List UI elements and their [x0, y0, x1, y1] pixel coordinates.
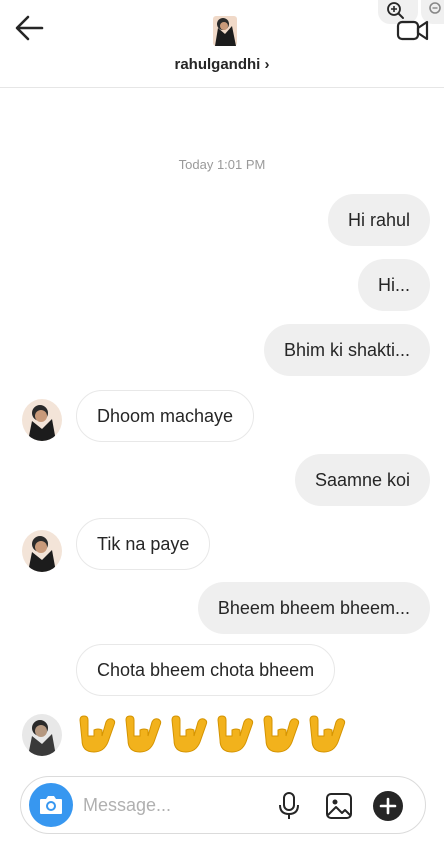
message-bubble-outgoing[interactable]: Saamne koi — [294, 454, 430, 506]
sender-avatar[interactable] — [22, 530, 62, 572]
emoji-message[interactable] — [76, 712, 350, 762]
message-bubble-incoming[interactable]: Chota bheem chota bheem — [76, 644, 336, 696]
message-bubble-outgoing[interactable]: Bheem bheem bheem... — [197, 582, 430, 634]
love-you-gesture-emoji — [263, 715, 300, 753]
message-bubble-incoming[interactable]: Tik na paye — [76, 518, 211, 570]
more-options-button[interactable] — [373, 791, 403, 821]
message-bubble-outgoing[interactable]: Hi rahul — [327, 194, 430, 246]
message-input[interactable] — [83, 791, 273, 819]
camera-icon — [40, 796, 62, 814]
microphone-icon[interactable] — [275, 791, 303, 821]
love-you-gesture-emoji — [125, 715, 162, 753]
message-bubble-outgoing[interactable]: Hi... — [357, 259, 430, 311]
message-composer — [20, 776, 426, 834]
sender-avatar[interactable] — [22, 714, 62, 756]
header-avatar[interactable] — [209, 12, 241, 48]
video-camera-icon[interactable] — [396, 16, 430, 42]
message-bubble-outgoing[interactable]: Bhim ki shakti... — [263, 324, 430, 376]
love-you-gesture-emoji — [217, 715, 254, 753]
chat-header: rahulgandhi › — [0, 0, 444, 88]
thread-timestamp: Today 1:01 PM — [178, 157, 266, 172]
love-you-gesture-emoji — [171, 715, 208, 753]
love-you-gesture-emoji — [79, 715, 116, 753]
chevron-right-icon: › — [264, 56, 270, 73]
gallery-icon[interactable] — [324, 791, 354, 821]
camera-button[interactable] — [29, 783, 73, 827]
message-bubble-incoming[interactable]: Dhoom machaye — [76, 390, 255, 442]
chat-username[interactable]: rahulgandhi › — [0, 56, 444, 73]
love-you-gesture-emoji — [309, 715, 346, 753]
sender-avatar[interactable] — [22, 399, 62, 441]
plus-circle-icon — [379, 797, 397, 815]
back-arrow-icon[interactable] — [12, 10, 48, 46]
username-text: rahulgandhi — [174, 56, 261, 73]
